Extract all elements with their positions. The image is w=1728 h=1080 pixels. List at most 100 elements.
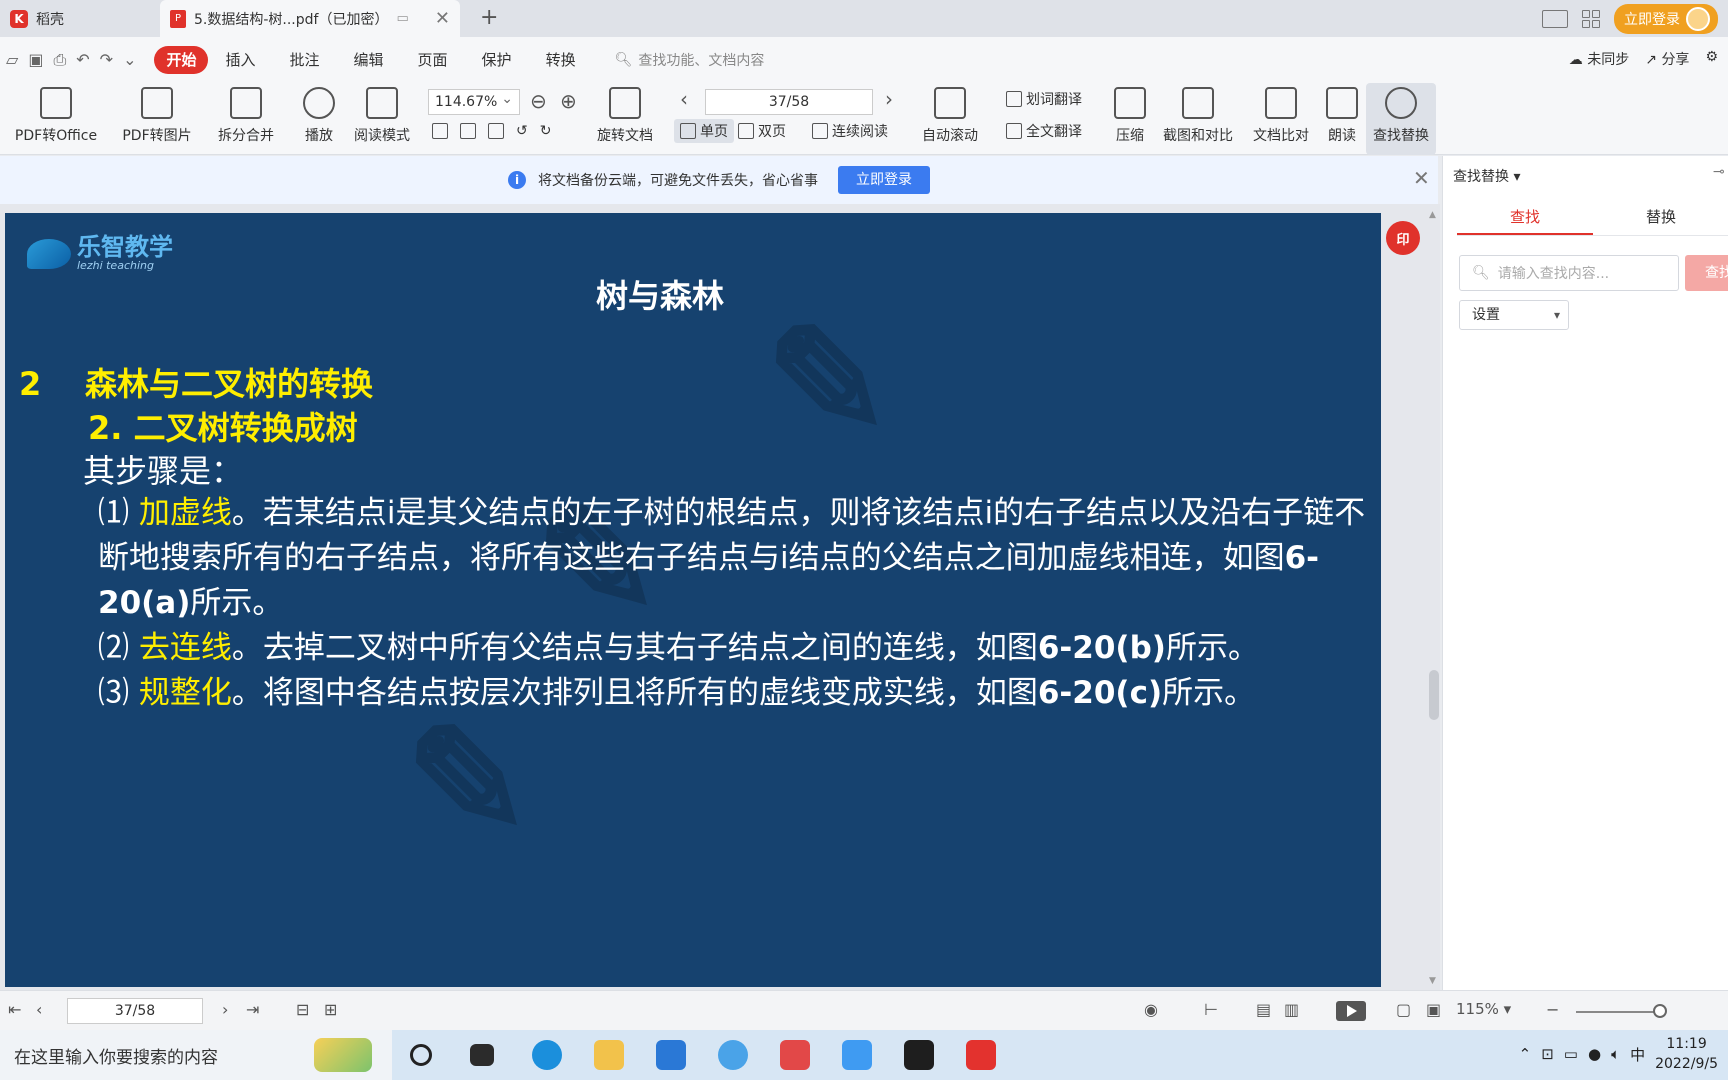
word-translate-button[interactable]: 划词翻译 <box>1006 89 1082 109</box>
menu-page[interactable]: 页面 <box>401 46 465 74</box>
menu-protect[interactable]: 保护 <box>465 46 529 74</box>
rotate-document-button[interactable]: 旋转文档 <box>594 83 656 155</box>
feature-search[interactable]: 🔍︎ 查找功能、文档内容 <box>615 50 765 70</box>
next-page-icon[interactable]: › <box>885 87 893 111</box>
zoom-select[interactable]: 114.67% <box>428 87 520 115</box>
prev-page-icon[interactable]: ‹ <box>36 1000 42 1019</box>
network-icon[interactable]: ⊡ <box>1541 1045 1554 1063</box>
rotate-left-icon[interactable]: ↺ <box>516 123 528 139</box>
screenshot-compare-button[interactable]: 截图和对比 <box>1158 83 1238 155</box>
pin-window-icon[interactable]: ▭ <box>396 11 408 26</box>
zoom-in-icon[interactable]: ⊕ <box>560 89 577 113</box>
microphone-icon[interactable]: ● <box>1588 1045 1601 1063</box>
single-page-button[interactable]: 单页 <box>674 119 734 143</box>
share-button[interactable]: ↗ 分享 <box>1645 49 1689 69</box>
prev-page-icon[interactable]: ‹ <box>680 87 688 111</box>
zoom-level[interactable]: 115% ▾ <box>1456 1000 1511 1018</box>
open-folder-icon[interactable]: ▱ <box>6 50 18 70</box>
auto-scroll-button[interactable]: 自动滚动 <box>912 83 988 155</box>
browser-app-icon[interactable] <box>718 1040 748 1070</box>
tab-find[interactable]: 查找 <box>1457 200 1593 235</box>
read-aloud-button[interactable]: 朗读 <box>1322 83 1362 155</box>
notice-login-button[interactable]: 立即登录 <box>838 166 930 194</box>
mail-icon[interactable] <box>656 1040 686 1070</box>
menu-start[interactable]: 开始 <box>154 46 209 74</box>
status-page-input[interactable]: 37/58 <box>67 998 203 1024</box>
page-number-input[interactable]: 37/58 <box>705 89 873 115</box>
actual-size-icon[interactable]: ▢ <box>1396 1000 1411 1019</box>
rotate-right-icon[interactable]: ↻ <box>540 123 552 139</box>
actual-size-icon[interactable] <box>432 123 448 139</box>
tab-home[interactable]: K 稻壳 <box>0 0 154 37</box>
screen-record-icon[interactable] <box>904 1040 934 1070</box>
panel-title[interactable]: 查找替换 ▾ <box>1453 166 1520 186</box>
apps-grid-icon[interactable] <box>1582 10 1600 28</box>
zoom-out-icon[interactable]: ⊖ <box>530 89 547 113</box>
save-icon[interactable]: ▣ <box>28 50 43 70</box>
scrollbar-thumb[interactable] <box>1429 670 1439 720</box>
menu-insert[interactable]: 插入 <box>208 46 272 74</box>
fit-width-icon[interactable] <box>488 123 504 139</box>
menu-edit[interactable]: 编辑 <box>337 46 401 74</box>
read-mode-button[interactable]: 阅读模式 <box>350 83 414 155</box>
first-page-icon[interactable]: ⇤ <box>8 1000 21 1019</box>
battery-icon[interactable]: ▭ <box>1564 1045 1578 1063</box>
tab-document[interactable]: P 5.数据结构-树...pdf（已加密） ▭ ✕ <box>160 0 460 37</box>
double-page-button[interactable]: 双页 <box>738 121 786 141</box>
more-dropdown-icon[interactable]: ⌄ <box>123 50 136 70</box>
redo-icon[interactable]: ↷ <box>100 50 113 70</box>
cloud-app-icon[interactable] <box>842 1040 872 1070</box>
huawei-app-icon[interactable] <box>780 1040 810 1070</box>
pdf-to-office-button[interactable]: PDF转Office <box>6 83 106 155</box>
fit-page-icon[interactable] <box>460 123 476 139</box>
clock[interactable]: 11:19 2022/9/5 <box>1655 1034 1718 1074</box>
next-page-icon[interactable]: › <box>222 1000 228 1019</box>
login-button[interactable]: 立即登录 <box>1614 4 1718 34</box>
zoom-out-icon[interactable]: − <box>1546 1000 1559 1019</box>
sync-button[interactable]: ☁ 未同步 <box>1569 49 1629 69</box>
back-view-icon[interactable]: ⊟ <box>296 1000 309 1019</box>
tab-replace[interactable]: 替换 <box>1593 200 1728 235</box>
menu-convert[interactable]: 转换 <box>529 46 593 74</box>
scroll-up-icon[interactable]: ▲ <box>1429 210 1436 220</box>
find-button[interactable]: 查找 <box>1685 255 1728 291</box>
volume-icon[interactable]: 🔈︎ <box>1611 1045 1620 1063</box>
pin-panel-icon[interactable]: ⊸ <box>1713 164 1725 180</box>
doc-compare-button[interactable]: 文档比对 <box>1248 83 1314 155</box>
fit-width-icon[interactable]: ⊢ <box>1204 1000 1218 1019</box>
cortana-icon[interactable] <box>410 1044 432 1066</box>
task-view-icon[interactable] <box>470 1044 494 1066</box>
ai-assistant-icon[interactable]: 印 <box>1386 221 1420 255</box>
single-page-view-icon[interactable]: ▤ <box>1256 1000 1271 1019</box>
scroll-down-icon[interactable]: ▼ <box>1429 976 1436 986</box>
find-input[interactable]: 🔍︎ 请输入查找内容... <box>1459 255 1679 291</box>
file-explorer-icon[interactable] <box>594 1040 624 1070</box>
menu-annotate[interactable]: 批注 <box>273 46 337 74</box>
close-tab-icon[interactable]: ✕ <box>435 8 450 29</box>
play-slideshow-icon[interactable] <box>1336 1001 1366 1021</box>
zoom-slider-knob[interactable] <box>1653 1004 1667 1018</box>
undo-icon[interactable]: ↶ <box>76 50 89 70</box>
pdf-to-image-button[interactable]: PDF转图片 <box>116 83 198 155</box>
fit-page-icon[interactable]: ▣ <box>1426 1000 1441 1019</box>
window-layout-icon[interactable] <box>1542 10 1568 28</box>
continuous-read-button[interactable]: 连续阅读 <box>812 121 888 141</box>
eye-protect-icon[interactable]: ◉ <box>1144 1000 1158 1019</box>
double-page-view-icon[interactable]: ▥ <box>1284 1000 1299 1019</box>
play-button[interactable]: 播放 <box>298 83 340 155</box>
edge-browser-icon[interactable] <box>532 1040 562 1070</box>
wps-office-icon[interactable] <box>966 1040 996 1070</box>
close-notice-icon[interactable]: ✕ <box>1413 166 1430 190</box>
compress-button[interactable]: 压缩 <box>1110 83 1150 155</box>
document-scrollbar[interactable]: ▲ ▼ <box>1428 210 1440 990</box>
split-merge-button[interactable]: 拆分合并 <box>208 83 284 155</box>
forward-view-icon[interactable]: ⊞ <box>324 1000 337 1019</box>
settings-gear-icon[interactable]: ⚙ <box>1705 49 1718 69</box>
settings-select[interactable]: 设置 <box>1459 300 1569 330</box>
ime-indicator[interactable]: 中 <box>1630 1044 1645 1065</box>
taskbar-search[interactable]: 在这里输入你要搜索的内容 <box>0 1030 392 1080</box>
tray-expand-icon[interactable]: ⌃ <box>1519 1045 1532 1063</box>
print-icon[interactable]: ⎙ <box>53 50 66 70</box>
find-replace-button[interactable]: 查找替换 <box>1366 83 1436 155</box>
new-tab-icon[interactable]: + <box>480 5 498 30</box>
